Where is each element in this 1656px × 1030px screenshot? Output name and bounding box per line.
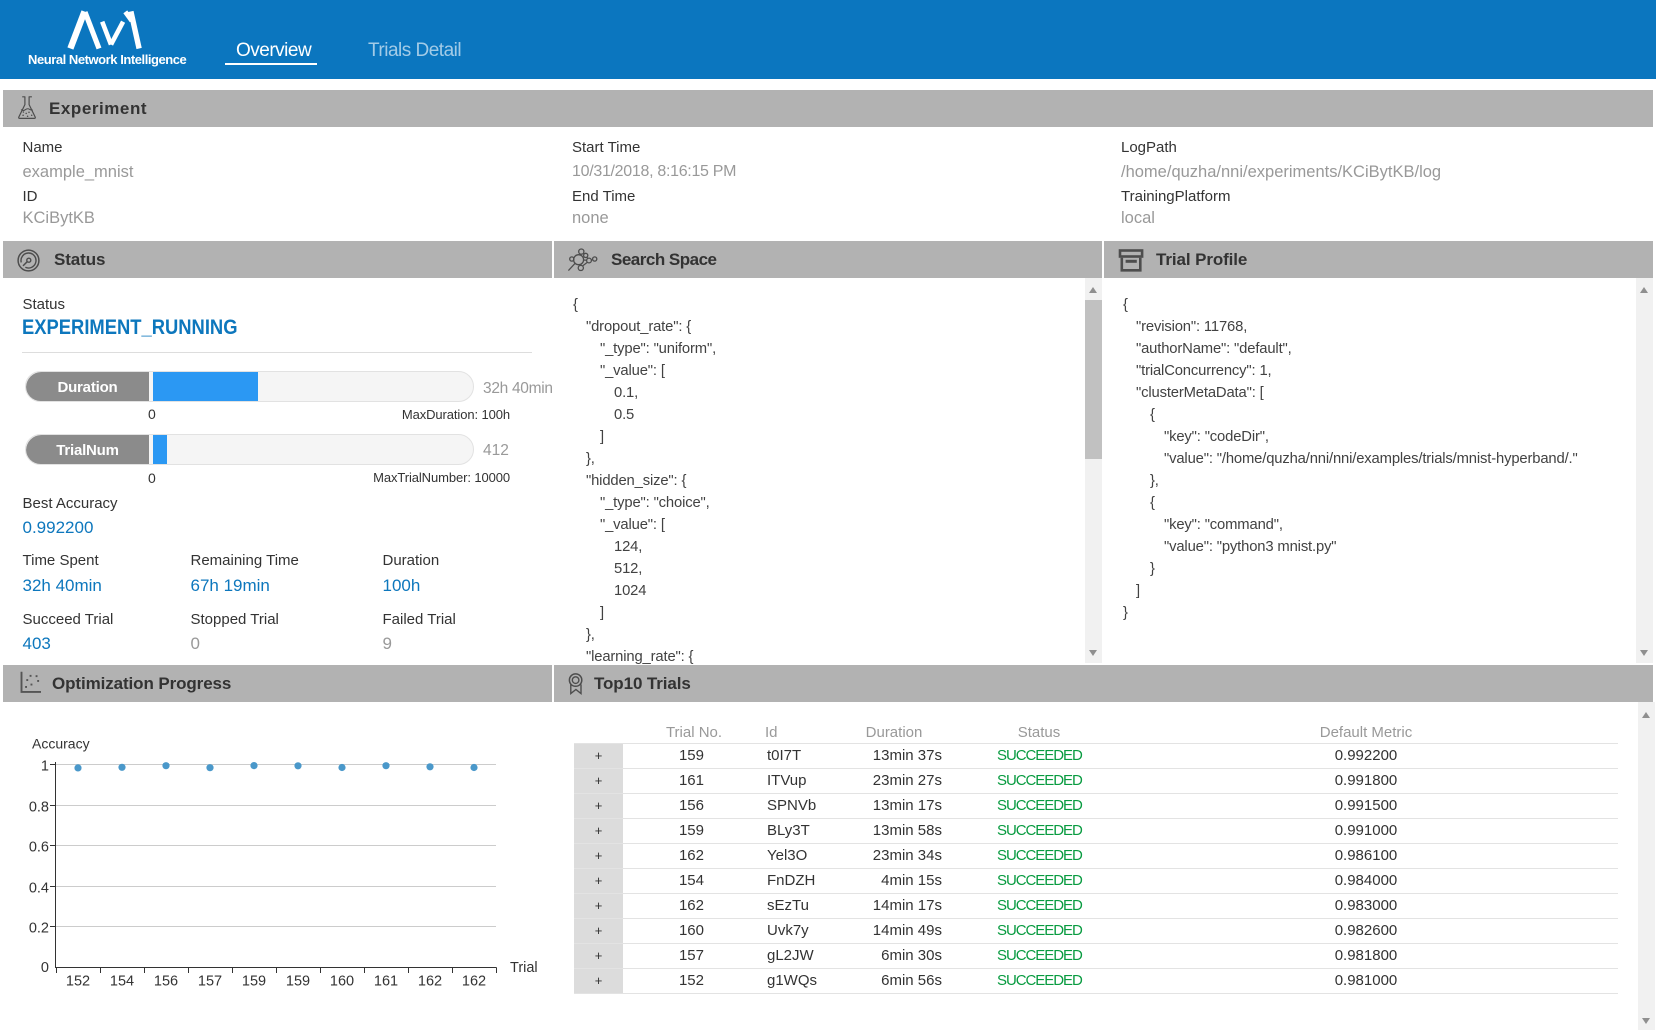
- svg-text:0.2: 0.2: [29, 921, 49, 937]
- svg-text:152: 152: [66, 974, 90, 990]
- svg-text:1: 1: [41, 759, 49, 775]
- svg-text:159: 159: [286, 974, 310, 990]
- svg-text:157: 157: [198, 974, 222, 990]
- svg-text:162: 162: [462, 974, 486, 990]
- svg-text:0.4: 0.4: [29, 881, 49, 897]
- svg-text:0.6: 0.6: [29, 840, 49, 856]
- svg-text:161: 161: [374, 974, 398, 990]
- svg-text:Trial: Trial: [510, 960, 538, 976]
- svg-text:Accuracy: Accuracy: [32, 736, 90, 752]
- svg-text:154: 154: [110, 974, 134, 990]
- svg-text:0.8: 0.8: [29, 800, 49, 816]
- svg-text:0: 0: [41, 960, 49, 976]
- svg-text:162: 162: [418, 974, 442, 990]
- svg-text:160: 160: [330, 974, 354, 990]
- svg-text:159: 159: [242, 974, 266, 990]
- svg-text:156: 156: [154, 974, 178, 990]
